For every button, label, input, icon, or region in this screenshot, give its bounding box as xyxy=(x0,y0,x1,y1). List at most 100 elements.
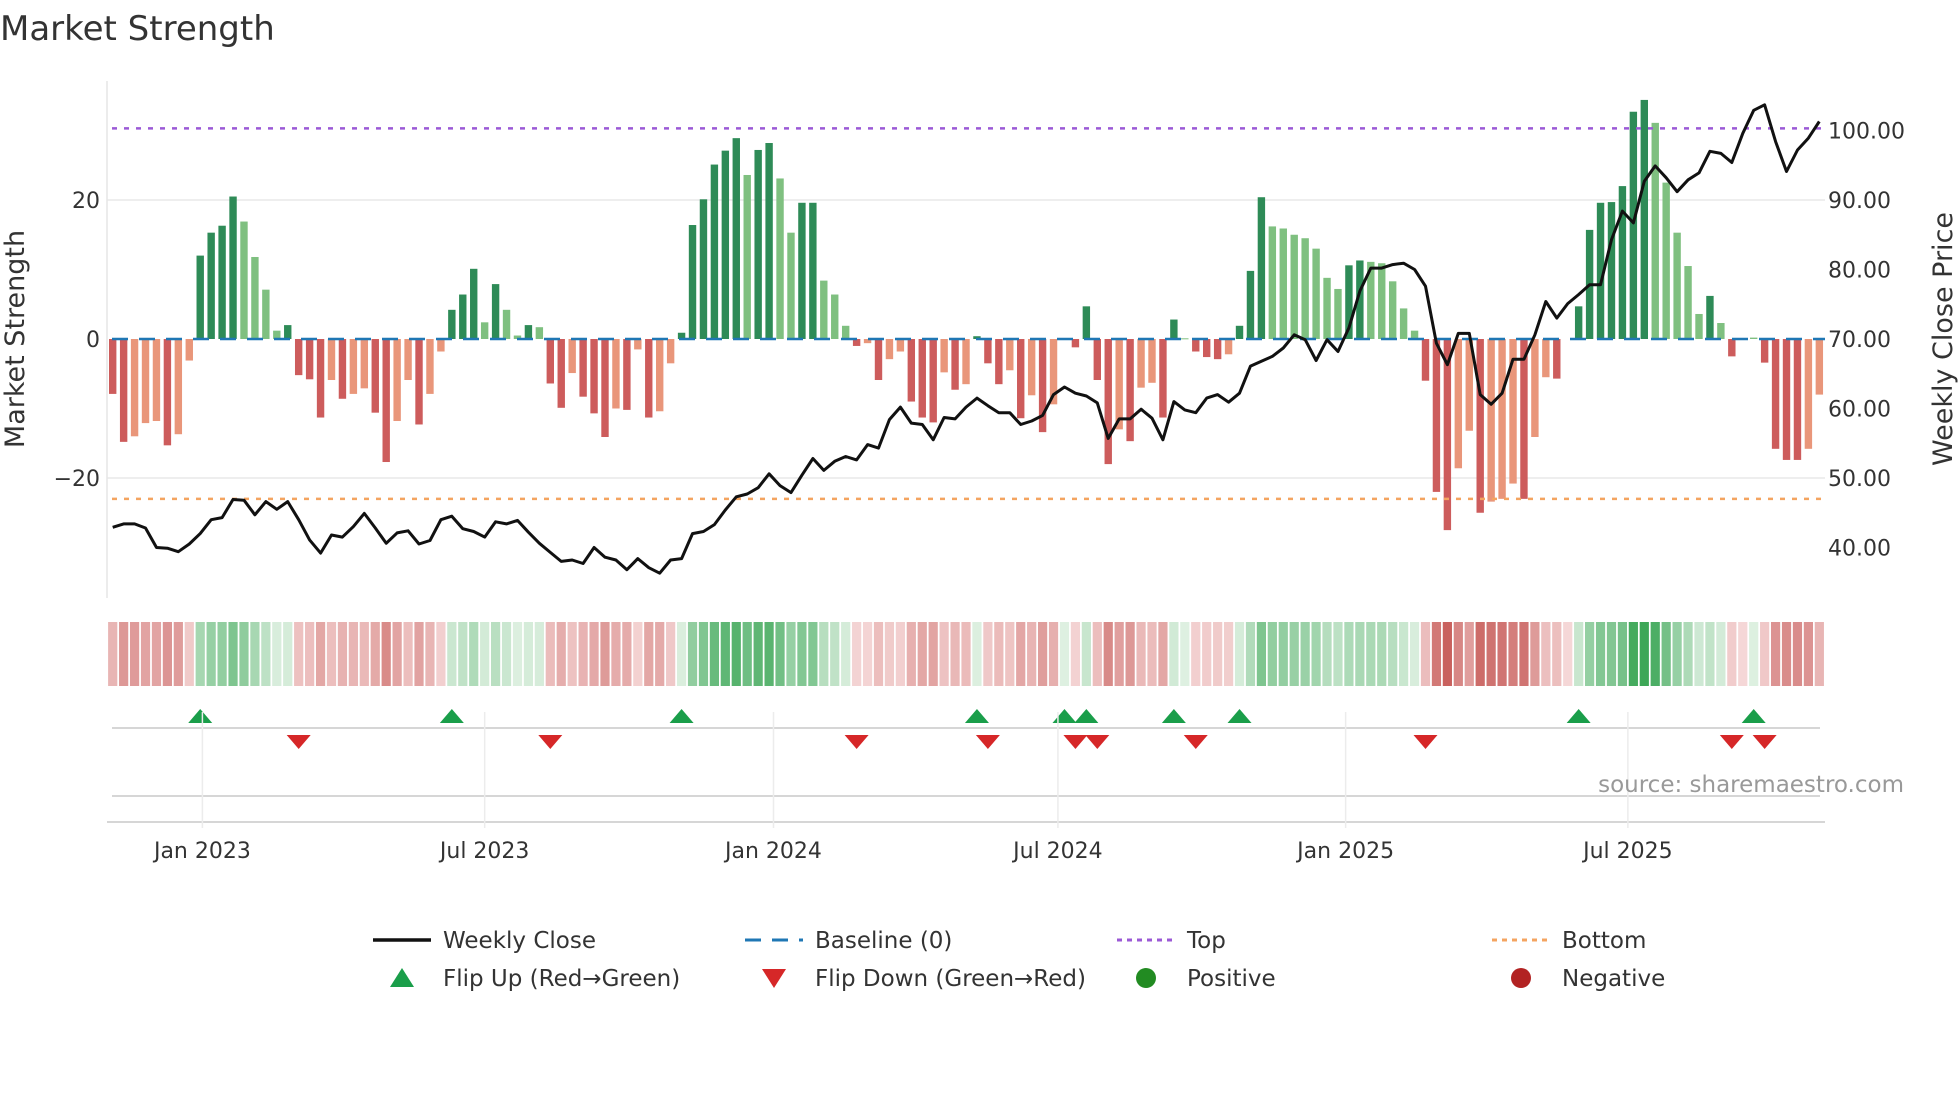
strength-bar xyxy=(951,339,959,390)
x-tick-label: Jul 2023 xyxy=(438,839,530,864)
strength-bar xyxy=(1706,295,1714,339)
strength-bar xyxy=(262,289,270,339)
strength-bar xyxy=(1793,339,1802,460)
heat-cell xyxy=(261,622,271,686)
heat-cell xyxy=(1180,622,1190,686)
strength-bar xyxy=(1082,306,1091,339)
y2-tick-label: 70.00 xyxy=(1828,328,1891,353)
strength-bar xyxy=(557,339,565,408)
strength-bar xyxy=(1815,339,1824,395)
heat-cell xyxy=(1552,622,1562,686)
heat-cell xyxy=(1617,622,1628,686)
y2-tick-label: 100.00 xyxy=(1828,120,1905,145)
strength-bar xyxy=(721,150,730,339)
heat-cell xyxy=(1574,622,1584,686)
heat-cell xyxy=(1781,622,1792,686)
strength-bar xyxy=(1148,339,1156,383)
strength-bar xyxy=(185,339,193,361)
strength-bar xyxy=(251,256,259,339)
heat-cell xyxy=(1519,622,1529,686)
heat-cell xyxy=(1016,622,1026,686)
heat-cell xyxy=(217,622,227,686)
strength-bar xyxy=(666,339,675,364)
y-tick-label: −20 xyxy=(54,467,100,492)
strength-bar xyxy=(1224,339,1233,355)
heat-cell xyxy=(1333,622,1343,686)
heat-cell xyxy=(162,622,172,686)
heat-cell xyxy=(797,622,807,686)
heat-cell xyxy=(1377,622,1387,686)
legend-label: Top xyxy=(1186,928,1226,954)
strength-bar xyxy=(1093,339,1101,381)
strength-bar xyxy=(524,325,533,339)
y-axis-title: Market Strength xyxy=(0,230,31,448)
strength-bar xyxy=(1476,339,1484,513)
strength-bar xyxy=(1115,339,1123,430)
heat-cell xyxy=(983,622,993,686)
flip-up-marker xyxy=(439,709,464,723)
x-tick-label: Jul 2025 xyxy=(1581,839,1673,864)
legend-label: Bottom xyxy=(1562,928,1646,954)
threshold-lines xyxy=(112,127,1825,501)
heat-cell xyxy=(315,622,326,686)
flip-up-marker xyxy=(1566,709,1591,723)
strength-bar xyxy=(1192,339,1200,352)
heat-cell xyxy=(676,622,687,686)
heat-cell xyxy=(1661,622,1671,686)
heat-cell xyxy=(1606,622,1617,686)
heat-cell xyxy=(1169,622,1179,686)
y2-tick-label: 60.00 xyxy=(1828,398,1891,423)
heat-cell xyxy=(283,622,293,686)
flip-down-marker xyxy=(1063,735,1088,749)
heat-cell xyxy=(1814,622,1824,686)
heat-cell xyxy=(873,622,884,686)
strength-bar xyxy=(568,339,576,374)
heat-cell xyxy=(1158,622,1168,686)
strength-bar xyxy=(918,339,926,418)
heat-cell xyxy=(1256,622,1266,686)
heat-cell xyxy=(731,622,741,686)
strength-bar xyxy=(1487,339,1495,502)
strength-bar xyxy=(1629,111,1638,339)
strength-bar xyxy=(798,202,806,339)
strength-bar xyxy=(940,339,948,373)
strength-bar xyxy=(130,339,139,437)
strength-bar xyxy=(502,309,511,339)
y2-axis-ticks: 100.00 90.00 80.00 70.00 60.00 50.00 40.00 xyxy=(1828,120,1905,562)
x-tick-label: Jan 2024 xyxy=(723,839,822,864)
heat-cell xyxy=(1431,622,1442,686)
heat-cell xyxy=(589,622,599,686)
strength-bar xyxy=(743,174,751,339)
strength-bar xyxy=(907,339,916,402)
heat-cell xyxy=(381,622,391,686)
heat-cell xyxy=(403,622,413,686)
legend-flip-down-icon xyxy=(762,969,786,988)
heat-cell xyxy=(272,622,282,686)
heat-cell xyxy=(1245,622,1256,686)
flip-down-marker xyxy=(844,735,869,749)
heat-cell xyxy=(337,622,348,686)
strength-bar xyxy=(1432,339,1441,492)
strength-heat-strip xyxy=(108,622,1824,686)
flip-up-marker xyxy=(1741,709,1766,723)
heat-cell xyxy=(764,622,774,686)
heat-cell xyxy=(151,622,162,686)
heat-cell xyxy=(228,622,238,686)
heat-cell xyxy=(1048,622,1059,686)
strength-bar xyxy=(1542,339,1550,378)
legend-negative-icon xyxy=(1511,968,1531,988)
heat-cell xyxy=(108,622,118,686)
heat-cell xyxy=(1672,622,1682,686)
heat-cell xyxy=(206,622,216,686)
strength-bar xyxy=(1531,339,1539,437)
heat-cell xyxy=(687,622,698,686)
strength-bar xyxy=(1771,339,1780,449)
heat-cell xyxy=(1738,622,1748,686)
strength-bar xyxy=(415,339,423,425)
heat-cell xyxy=(786,622,796,686)
strength-bars xyxy=(109,99,1824,531)
market-strength-chart: Market Strength 20 0 −20 100.00 90.00 80.00 7… xyxy=(0,9,1959,992)
strength-bar xyxy=(710,164,719,339)
strength-bar xyxy=(382,339,390,463)
flip-down-marker xyxy=(1752,735,1777,749)
